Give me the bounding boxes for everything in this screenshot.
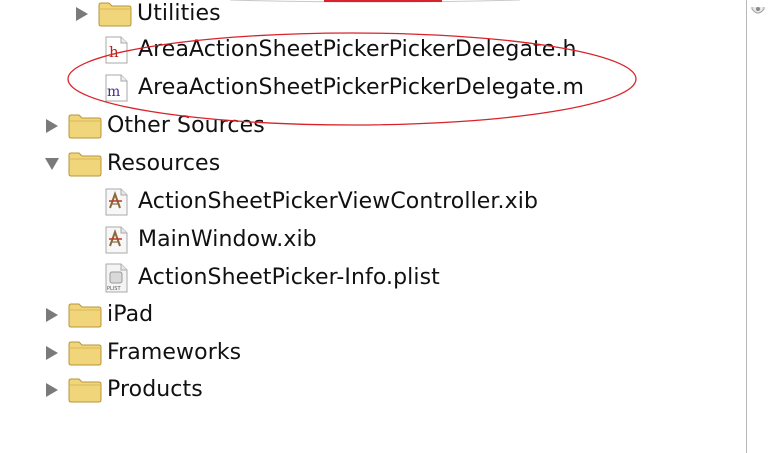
tree-item-plist-file[interactable]: PLIST ActionSheetPicker-Info.plist bbox=[99, 260, 440, 296]
disclosure-triangle-collapsed-icon[interactable] bbox=[42, 343, 62, 363]
tree-item-header-file[interactable]: h AreaActionSheetPickerPickerDelegate.h bbox=[99, 32, 577, 68]
m-badge-text: m bbox=[107, 84, 120, 100]
xib-file-icon bbox=[99, 226, 133, 254]
disclosure-triangle-collapsed-icon[interactable] bbox=[42, 380, 62, 400]
tree-item-resources[interactable]: Resources bbox=[42, 146, 220, 182]
plist-file-icon: PLIST bbox=[99, 263, 133, 293]
disclosure-triangle-collapsed-icon[interactable] bbox=[72, 4, 92, 24]
tree-item-label: MainWindow.xib bbox=[138, 227, 317, 252]
folder-icon bbox=[98, 0, 132, 28]
tree-item-label: ActionSheetPicker-Info.plist bbox=[138, 265, 440, 290]
pane-divider[interactable] bbox=[746, 0, 747, 453]
tree-item-products[interactable]: Products bbox=[42, 372, 203, 408]
project-navigator: Utilities h AreaActionSheetPickerPickerD… bbox=[0, 0, 746, 453]
folder-icon bbox=[68, 112, 102, 140]
tree-item-xib-file[interactable]: ActionSheetPickerViewController.xib bbox=[99, 184, 538, 220]
tree-item-label: Frameworks bbox=[107, 340, 242, 365]
tree-item-implementation-file[interactable]: m AreaActionSheetPickerPickerDelegate.m bbox=[99, 70, 584, 106]
tree-item-label: AreaActionSheetPickerPickerDelegate.h bbox=[138, 37, 577, 62]
tree-item-label: iPad bbox=[107, 302, 154, 327]
disclosure-triangle-expanded-icon[interactable] bbox=[42, 154, 62, 174]
tree-item-utilities[interactable]: Utilities bbox=[72, 0, 221, 32]
tree-item-xib-file[interactable]: MainWindow.xib bbox=[99, 222, 317, 258]
tree-item-label: ActionSheetPickerViewController.xib bbox=[138, 189, 539, 214]
disclosure-triangle-collapsed-icon[interactable] bbox=[42, 116, 62, 136]
implementation-file-icon: m bbox=[99, 74, 133, 102]
folder-icon bbox=[68, 339, 102, 367]
h-badge-text: h bbox=[109, 43, 119, 61]
tree-item-frameworks[interactable]: Frameworks bbox=[42, 335, 241, 371]
tree-item-ipad[interactable]: iPad bbox=[42, 297, 153, 333]
tree-item-label: Resources bbox=[107, 151, 221, 176]
header-file-icon: h bbox=[99, 36, 133, 64]
xib-file-icon bbox=[99, 188, 133, 216]
folder-icon bbox=[68, 376, 102, 404]
tree-item-label: AreaActionSheetPickerPickerDelegate.m bbox=[138, 75, 585, 100]
folder-icon bbox=[68, 150, 102, 178]
tree-item-label: Utilities bbox=[137, 1, 221, 26]
plist-badge-text: PLIST bbox=[107, 286, 121, 292]
tree-item-label: Other Sources bbox=[107, 113, 265, 138]
scroll-knob-icon[interactable] bbox=[751, 0, 765, 14]
tree-item-label: Products bbox=[107, 377, 203, 402]
tree-item-other-sources[interactable]: Other Sources bbox=[42, 108, 265, 144]
disclosure-triangle-collapsed-icon[interactable] bbox=[42, 305, 62, 325]
folder-icon bbox=[68, 301, 102, 329]
